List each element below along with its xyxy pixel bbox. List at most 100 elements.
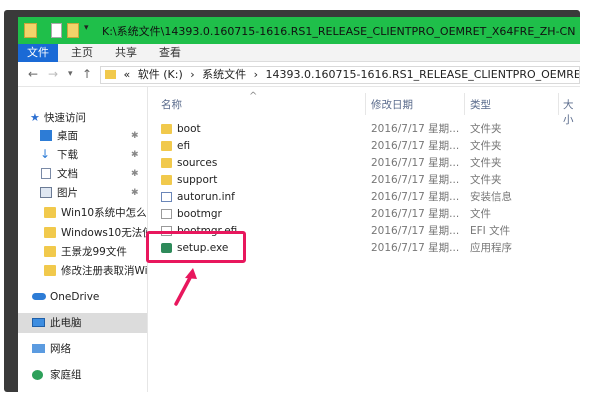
file-icon xyxy=(161,209,172,219)
folder-icon xyxy=(161,158,172,168)
sidebar-item-label: 快速访问 xyxy=(44,112,86,124)
file-date: 2016/7/17 星期... xyxy=(371,208,460,220)
pc-icon xyxy=(32,318,45,327)
file-date: 2016/7/17 星期... xyxy=(371,140,460,152)
sidebar-item-desktop[interactable]: 桌面 ✱ xyxy=(18,126,148,146)
sidebar-item-folder-4[interactable]: 修改注册表取消Wir xyxy=(18,261,148,281)
up-arrow-icon[interactable]: ↑ xyxy=(82,67,92,81)
column-divider[interactable] xyxy=(558,93,559,115)
title-bar: ▾ K:\系统文件\14393.0.160715-1616.RS1_RELEAS… xyxy=(18,17,580,44)
navigation-bar: ← → ▾ ↑ « 软件 (K:) › 系统文件 › 14393.0.16071… xyxy=(18,63,580,87)
back-arrow-icon[interactable]: ← xyxy=(28,67,38,81)
pin-icon[interactable]: ✱ xyxy=(131,126,139,146)
list-item[interactable]: bootmgr 2016/7/17 星期... 文件 xyxy=(149,206,580,223)
new-folder-icon[interactable] xyxy=(67,23,79,38)
chevron-right-icon: › xyxy=(190,68,195,81)
pin-icon[interactable]: ✱ xyxy=(131,183,139,203)
customize-toolbar-icon[interactable]: ▾ xyxy=(84,23,91,38)
tab-view[interactable]: 查看 xyxy=(150,44,190,62)
file-name: bootmgr xyxy=(177,208,222,220)
sidebar-item-onedrive[interactable]: OneDrive xyxy=(18,287,148,307)
tab-share[interactable]: 共享 xyxy=(106,44,146,62)
file-type: 文件夹 xyxy=(470,140,502,152)
network-icon xyxy=(32,344,45,353)
column-header-name[interactable]: 名称 xyxy=(161,97,182,112)
file-explorer-window: ▾ K:\系统文件\14393.0.160715-1616.RS1_RELEAS… xyxy=(18,17,580,392)
sidebar-item-folder-2[interactable]: Windows10无法使 xyxy=(18,223,148,243)
folder-icon xyxy=(161,141,172,151)
file-type: 文件夹 xyxy=(470,157,502,169)
picture-icon xyxy=(40,187,52,198)
file-date: 2016/7/17 星期... xyxy=(371,174,460,186)
sidebar-item-label: 王景龙99文件 xyxy=(61,246,127,258)
column-header-type[interactable]: 类型 xyxy=(470,97,491,112)
sidebar-item-label: 桌面 xyxy=(57,130,78,142)
list-item[interactable]: boot 2016/7/17 星期... 文件夹 xyxy=(149,121,580,138)
address-bar[interactable]: « 软件 (K:) › 系统文件 › 14393.0.160715-1616.R… xyxy=(100,66,580,84)
navigation-pane: ★ 快速访问 桌面 ✱ ↓ 下载 ✱ 文档 ✱ 图片 ✱ Win10系统中怎么关 xyxy=(18,87,148,392)
sidebar-item-folder-3[interactable]: 王景龙99文件 xyxy=(18,242,148,262)
address-overflow[interactable]: « xyxy=(124,68,131,81)
document-icon xyxy=(41,168,51,179)
sidebar-item-homegroup[interactable]: 家庭组 xyxy=(18,365,148,385)
file-name: efi xyxy=(177,140,191,152)
sidebar-item-pictures[interactable]: 图片 ✱ xyxy=(18,183,148,203)
folder-icon xyxy=(44,265,56,276)
file-type: EFI 文件 xyxy=(470,225,511,237)
file-date: 2016/7/17 星期... xyxy=(371,242,460,254)
sidebar-item-label: 文档 xyxy=(57,168,78,180)
cloud-icon xyxy=(32,293,46,300)
sort-ascending-icon: ^ xyxy=(249,91,258,102)
chevron-right-icon: › xyxy=(253,68,259,81)
download-icon: ↓ xyxy=(40,147,51,161)
list-item[interactable]: support 2016/7/17 星期... 文件夹 xyxy=(149,172,580,189)
sidebar-item-label: Win10系统中怎么关 xyxy=(61,207,148,219)
ribbon-tabs: 文件 主页 共享 查看 xyxy=(18,44,580,62)
sidebar-item-downloads[interactable]: ↓ 下载 ✱ xyxy=(18,145,148,165)
pin-icon[interactable]: ✱ xyxy=(131,164,139,184)
column-header-date[interactable]: 修改日期 xyxy=(371,97,413,112)
file-type: 文件夹 xyxy=(470,174,502,186)
sidebar-item-this-pc[interactable]: 此电脑 xyxy=(18,313,148,333)
file-date: 2016/7/17 星期... xyxy=(371,191,460,203)
list-item[interactable]: sources 2016/7/17 星期... 文件夹 xyxy=(149,155,580,172)
sidebar-item-label: 修改注册表取消Wir xyxy=(61,265,148,277)
file-name: sources xyxy=(177,157,218,169)
address-crumb-current[interactable]: 14393.0.160715-1616.RS1_RELEASE_CLIENTPR… xyxy=(266,68,579,81)
list-item[interactable]: autorun.inf 2016/7/17 星期... 安装信息 xyxy=(149,189,580,206)
sidebar-item-folder-1[interactable]: Win10系统中怎么关 xyxy=(18,203,148,223)
folder-icon xyxy=(24,23,37,38)
recent-dropdown-icon[interactable]: ▾ xyxy=(68,69,73,79)
sidebar-item-network[interactable]: 网络 xyxy=(18,339,148,359)
list-item[interactable]: efi 2016/7/17 星期... 文件夹 xyxy=(149,138,580,155)
forward-arrow-icon[interactable]: → xyxy=(48,67,58,81)
tab-home[interactable]: 主页 xyxy=(62,44,102,62)
tab-file[interactable]: 文件 xyxy=(18,44,58,62)
column-divider[interactable] xyxy=(365,93,366,115)
address-crumb-folder[interactable]: 系统文件 xyxy=(202,68,246,81)
sidebar-item-label: 家庭组 xyxy=(50,369,82,381)
column-divider[interactable] xyxy=(464,93,465,115)
highlight-box xyxy=(146,231,246,263)
file-name: boot xyxy=(177,123,201,135)
address-crumb-drive[interactable]: 软件 (K:) xyxy=(138,68,183,81)
desktop-icon xyxy=(40,130,52,141)
file-type: 文件 xyxy=(470,208,491,220)
folder-icon xyxy=(105,70,116,79)
folder-icon xyxy=(44,227,56,238)
file-type: 安装信息 xyxy=(470,191,512,203)
inf-file-icon xyxy=(161,192,172,202)
file-date: 2016/7/17 星期... xyxy=(371,157,460,169)
folder-icon xyxy=(161,124,172,134)
sidebar-item-label: 下载 xyxy=(57,149,78,161)
sidebar-item-documents[interactable]: 文档 ✱ xyxy=(18,164,148,184)
file-type: 应用程序 xyxy=(470,242,512,254)
sidebar-item-label: 网络 xyxy=(50,343,71,355)
sidebar-item-label: 图片 xyxy=(57,187,78,199)
sidebar-item-quick-access[interactable]: ★ 快速访问 xyxy=(18,108,148,128)
file-date: 2016/7/17 星期... xyxy=(371,123,460,135)
properties-icon[interactable] xyxy=(51,23,62,38)
folder-icon xyxy=(161,175,172,185)
file-type: 文件夹 xyxy=(470,123,502,135)
pin-icon[interactable]: ✱ xyxy=(131,145,139,165)
